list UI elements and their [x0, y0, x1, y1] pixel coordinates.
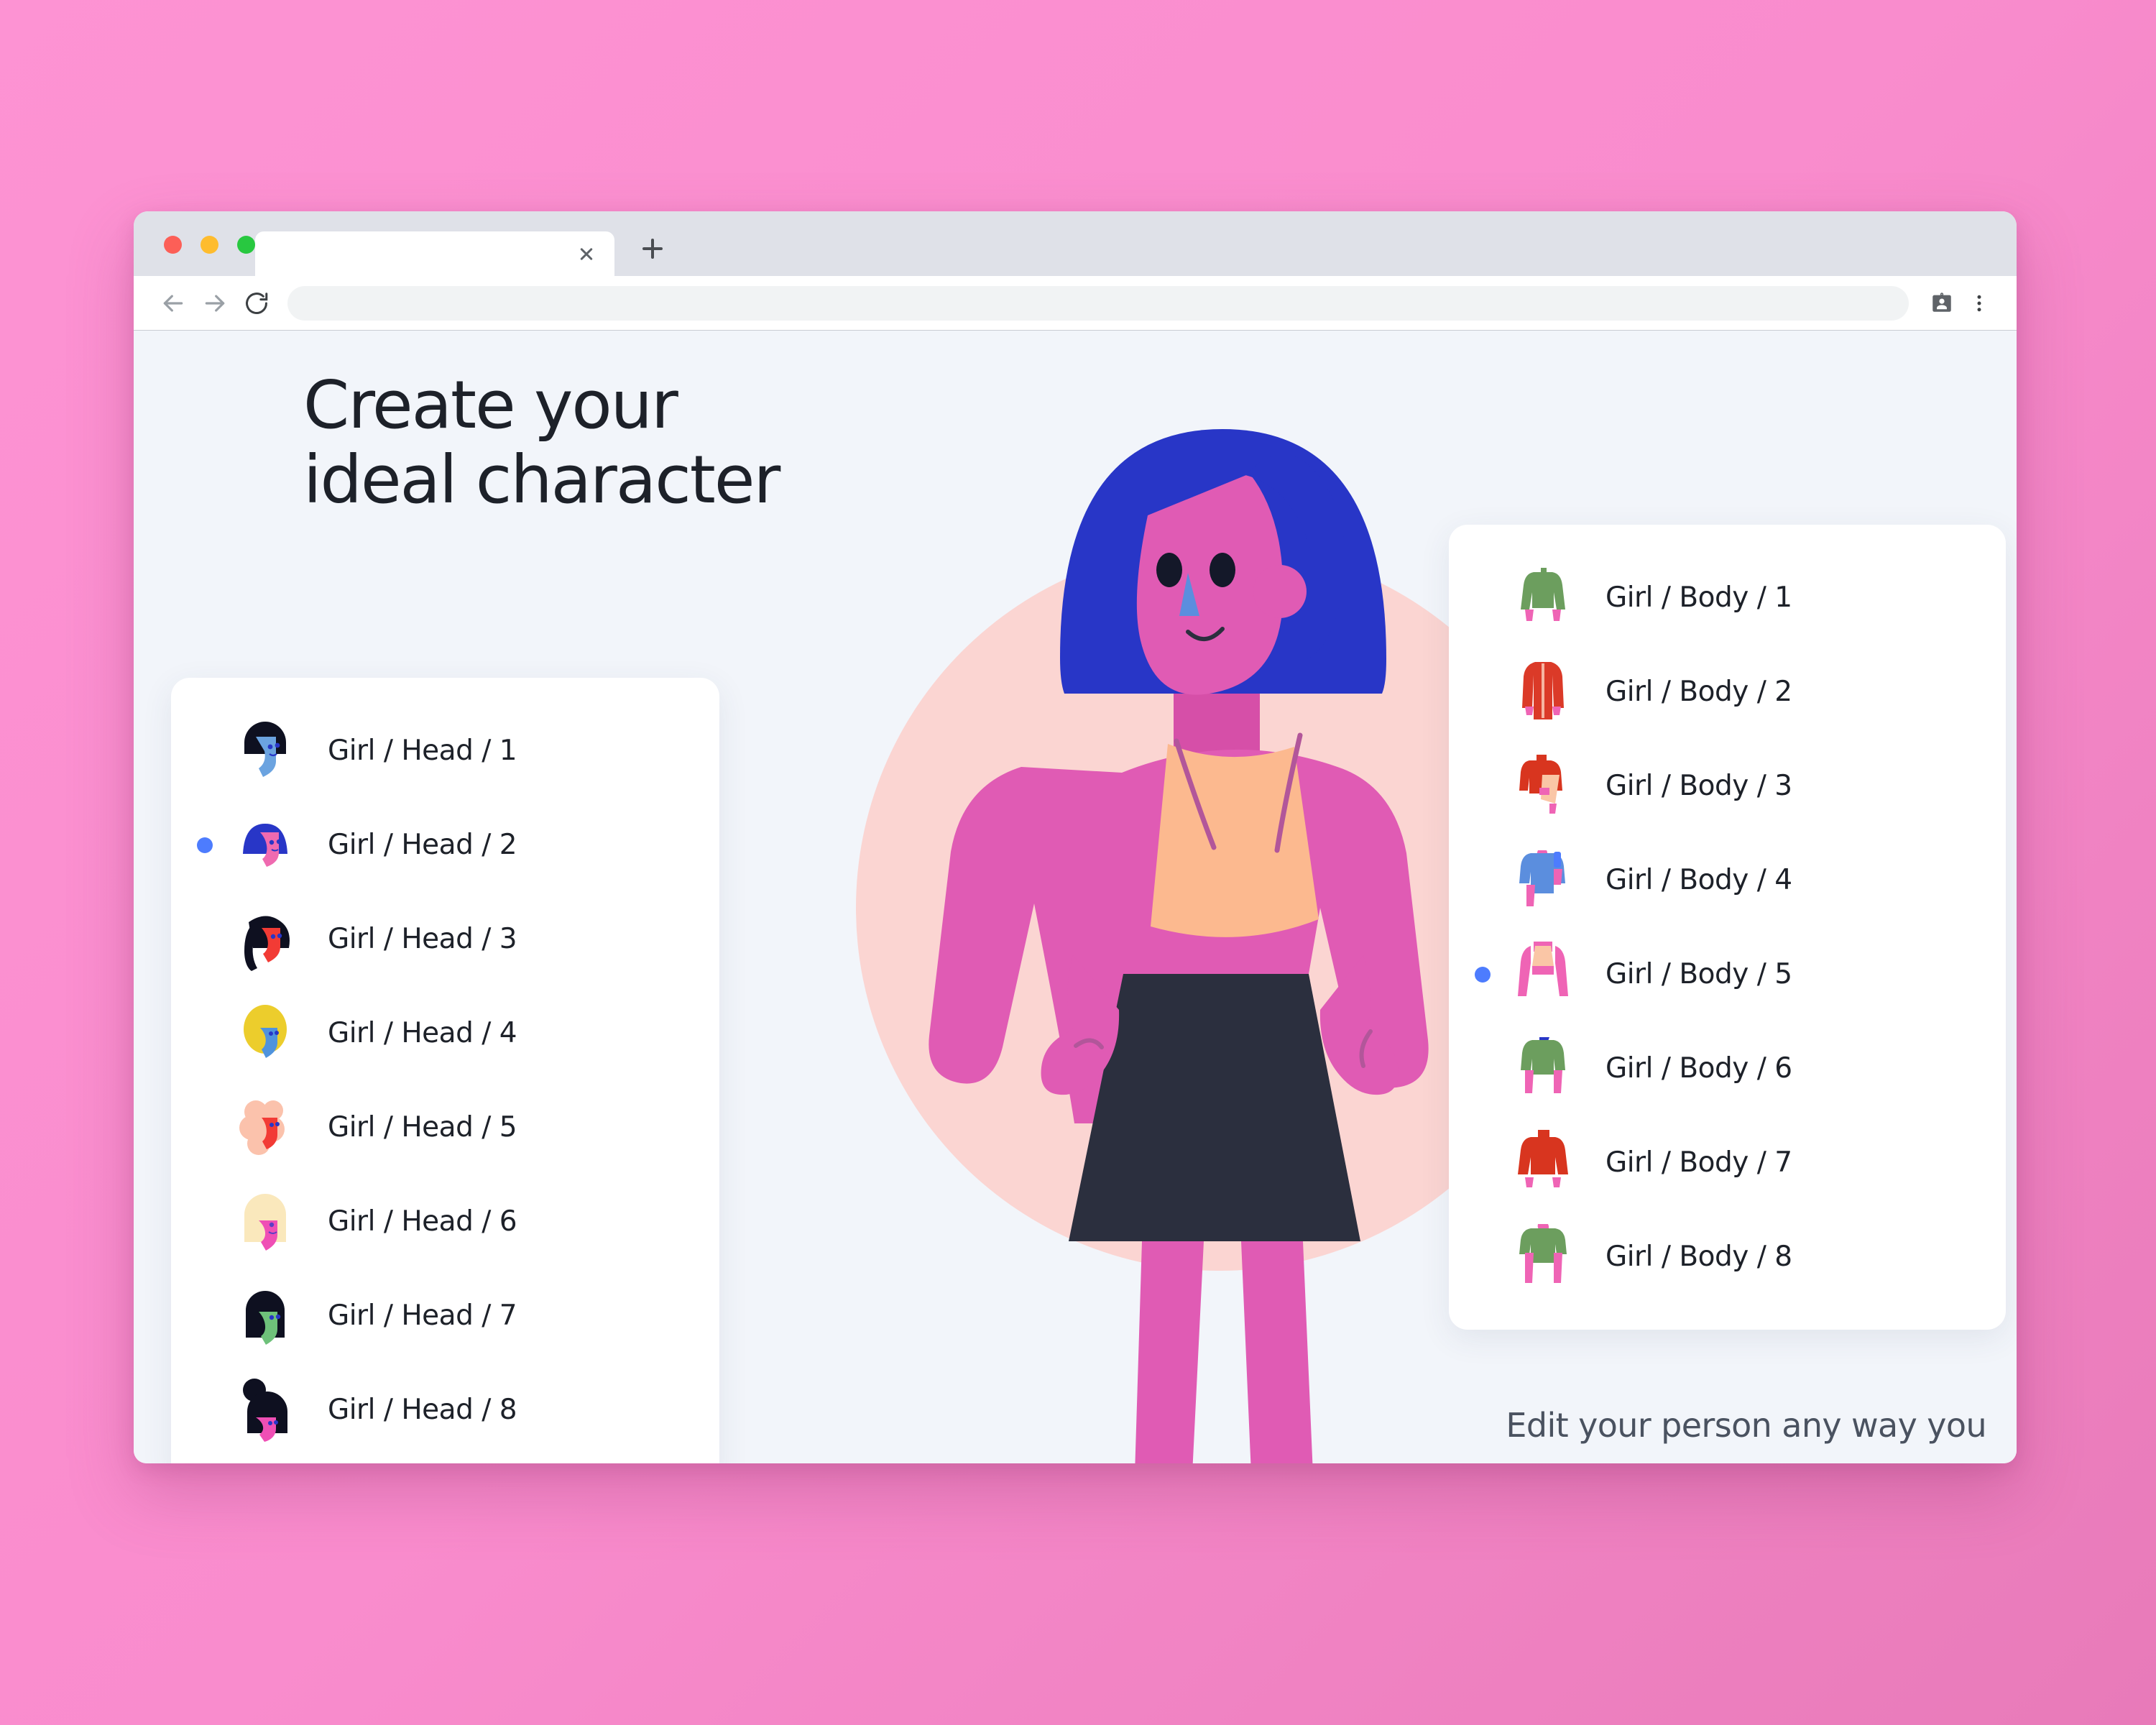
close-icon[interactable] [574, 242, 599, 266]
list-item[interactable]: Girl / Head / 8 [171, 1363, 719, 1457]
back-icon[interactable] [152, 282, 194, 324]
list-item-label: Girl / Head / 3 [328, 923, 517, 955]
head-thumbnail-icon [234, 715, 296, 787]
maximize-window-button[interactable] [237, 236, 255, 254]
head-thumbnail-icon [234, 1092, 296, 1164]
body-options-panel: Girl / Body / 1 Girl / Body / 2 Girl / B… [1449, 525, 2006, 1330]
head-thumbnail-icon [234, 998, 296, 1070]
list-item[interactable]: Girl / Head / 3 [171, 892, 719, 986]
list-item-label: Girl / Head / 6 [328, 1205, 517, 1238]
list-item[interactable]: Girl / Body / 7 [1449, 1116, 2006, 1210]
headline-line-1: Create your [303, 367, 678, 443]
body-thumbnail-icon [1512, 939, 1574, 1011]
list-item[interactable]: Girl / Body / 4 [1449, 833, 2006, 927]
head-thumbnail-icon [234, 809, 296, 881]
list-item-label: Girl / Body / 7 [1606, 1146, 1792, 1179]
page-caption: Edit your person any way you [1506, 1406, 1986, 1445]
body-thumbnail-icon [1512, 750, 1574, 822]
list-item-label: Girl / Head / 2 [328, 829, 517, 861]
new-tab-button[interactable] [637, 233, 668, 264]
list-item-label: Girl / Body / 5 [1606, 958, 1792, 990]
list-item-label: Girl / Body / 6 [1606, 1052, 1792, 1085]
list-item[interactable]: Girl / Body / 2 [1449, 645, 2006, 739]
list-item-label: Girl / Head / 5 [328, 1111, 517, 1144]
body-thumbnail-icon [1512, 845, 1574, 916]
browser-window: Create your ideal character Girl / Head … [134, 211, 2017, 1463]
page-title: Create your ideal character [303, 367, 780, 518]
browser-tab[interactable] [255, 231, 614, 276]
list-item[interactable]: Girl / Head / 2 [171, 798, 719, 892]
selected-indicator [197, 837, 213, 853]
list-item[interactable]: Girl / Body / 5 [1449, 927, 2006, 1021]
list-item[interactable]: Girl / Body / 1 [1449, 551, 2006, 645]
list-item[interactable]: Girl / Head / 4 [171, 986, 719, 1080]
list-item[interactable]: Girl / Head / 1 [171, 704, 719, 798]
more-menu-icon[interactable] [1961, 285, 1998, 322]
address-bar[interactable] [287, 285, 1909, 321]
list-item[interactable]: Girl / Head / 7 [171, 1269, 719, 1363]
body-thumbnail-icon [1512, 1033, 1574, 1105]
page-viewport: Create your ideal character Girl / Head … [134, 331, 2017, 1463]
character-preview [906, 341, 1524, 1463]
head-thumbnail-icon [234, 1186, 296, 1258]
list-item[interactable]: Girl / Body / 3 [1449, 739, 2006, 833]
body-thumbnail-icon [1512, 1127, 1574, 1199]
tab-strip [134, 211, 2017, 276]
head-thumbnail-icon [234, 903, 296, 975]
headline-line-2: ideal character [303, 441, 780, 518]
reload-icon[interactable] [236, 282, 277, 324]
body-thumbnail-icon [1512, 656, 1574, 728]
list-item[interactable]: Girl / Head / 5 [171, 1080, 719, 1174]
list-item-label: Girl / Body / 3 [1606, 770, 1792, 802]
list-item-label: Girl / Body / 2 [1606, 676, 1792, 708]
body-thumbnail-icon [1512, 1221, 1574, 1293]
list-item[interactable]: Girl / Head / 6 [171, 1174, 719, 1269]
head-options-panel: Girl / Head / 1 Girl / Head / 2 Girl / H… [171, 678, 719, 1463]
minimize-window-button[interactable] [201, 236, 218, 254]
body-thumbnail-icon [1512, 562, 1574, 634]
list-item[interactable]: Girl / Body / 6 [1449, 1021, 2006, 1116]
selected-indicator [1475, 966, 1491, 983]
browser-toolbar [134, 276, 2017, 331]
close-window-button[interactable] [164, 236, 182, 254]
forward-icon[interactable] [194, 282, 236, 324]
list-item-label: Girl / Head / 8 [328, 1394, 517, 1426]
list-item-label: Girl / Body / 1 [1606, 581, 1792, 614]
list-item-label: Girl / Body / 8 [1606, 1241, 1792, 1273]
list-item-label: Girl / Head / 7 [328, 1300, 517, 1332]
window-controls [164, 236, 255, 254]
head-thumbnail-icon [234, 1280, 296, 1352]
list-item[interactable]: Girl / Body / 8 [1449, 1210, 2006, 1304]
list-item-label: Girl / Head / 4 [328, 1017, 517, 1049]
profile-card-icon[interactable] [1923, 285, 1961, 322]
list-item-label: Girl / Body / 4 [1606, 864, 1792, 896]
head-thumbnail-icon [234, 1374, 296, 1446]
list-item-label: Girl / Head / 1 [328, 735, 517, 767]
